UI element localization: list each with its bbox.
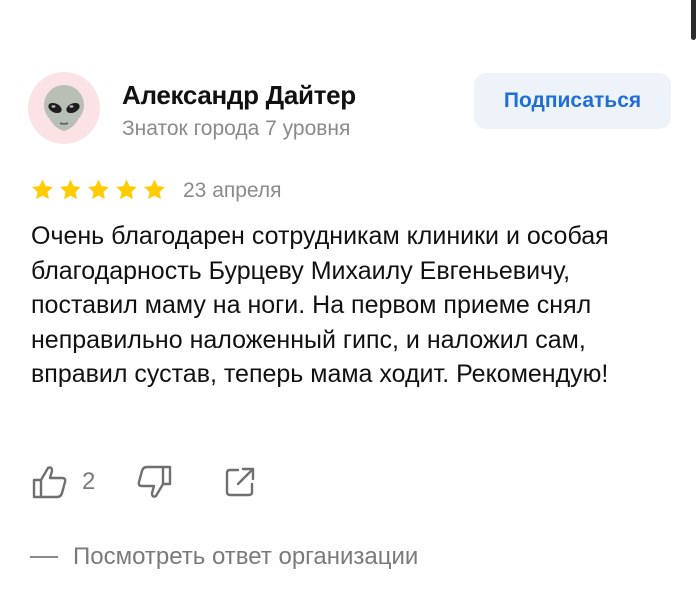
review-card: Александр Дайтер Знаток города 7 уровня … [0, 0, 700, 599]
star-icon [88, 179, 109, 200]
avatar[interactable] [28, 72, 100, 144]
thumbs-down-icon [137, 465, 172, 498]
star-icon [60, 179, 81, 200]
star-icon [144, 179, 165, 200]
like-count: 2 [82, 468, 96, 495]
share-icon [225, 467, 255, 497]
answer-link-label: Посмотреть ответ организации [73, 543, 419, 570]
star-icon [32, 179, 53, 200]
share-button[interactable] [224, 466, 256, 503]
subscribe-button[interactable]: Подписаться [474, 73, 671, 129]
dislike-button[interactable] [134, 462, 174, 507]
like-button[interactable] [30, 462, 70, 507]
view-organization-answer-link[interactable]: Посмотреть ответ организации [30, 543, 418, 571]
thumbs-up-icon [32, 466, 67, 499]
star-rating [30, 178, 167, 202]
author-name[interactable]: Александр Дайтер [122, 80, 356, 111]
alien-face-icon [44, 85, 84, 131]
star-icon [116, 179, 137, 200]
author-level: Знаток города 7 уровня [122, 117, 351, 140]
review-date: 23 апреля [183, 179, 282, 202]
dash-divider [30, 556, 58, 558]
review-text: Очень благодарен сотрудникам клиники и о… [31, 222, 609, 389]
